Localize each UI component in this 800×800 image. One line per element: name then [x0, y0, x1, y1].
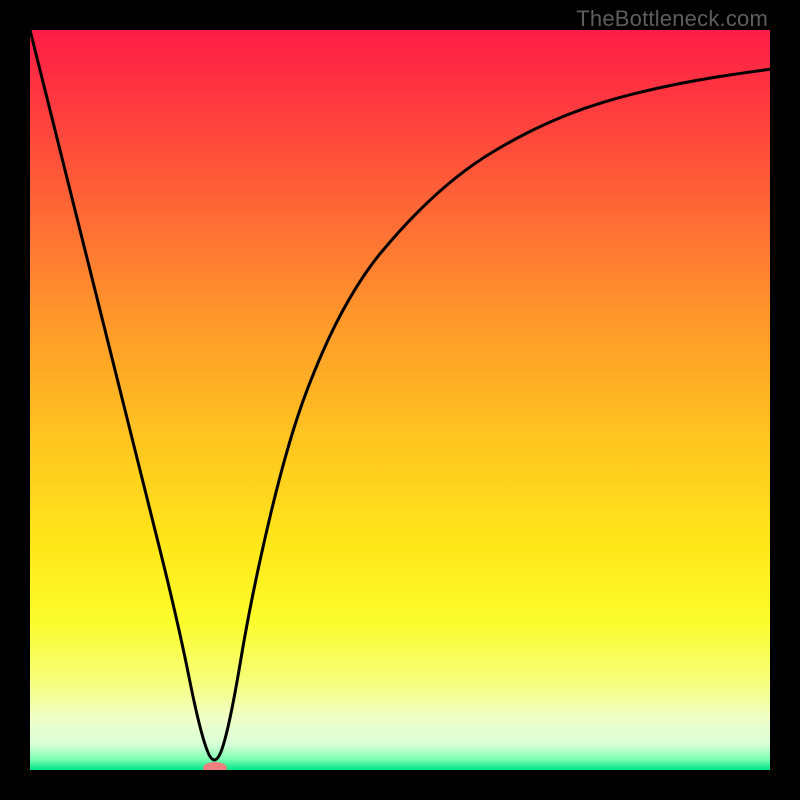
chart-frame: [30, 30, 770, 770]
bottleneck-chart: [30, 30, 770, 770]
watermark-text: TheBottleneck.com: [576, 6, 768, 32]
chart-background: [30, 30, 770, 770]
